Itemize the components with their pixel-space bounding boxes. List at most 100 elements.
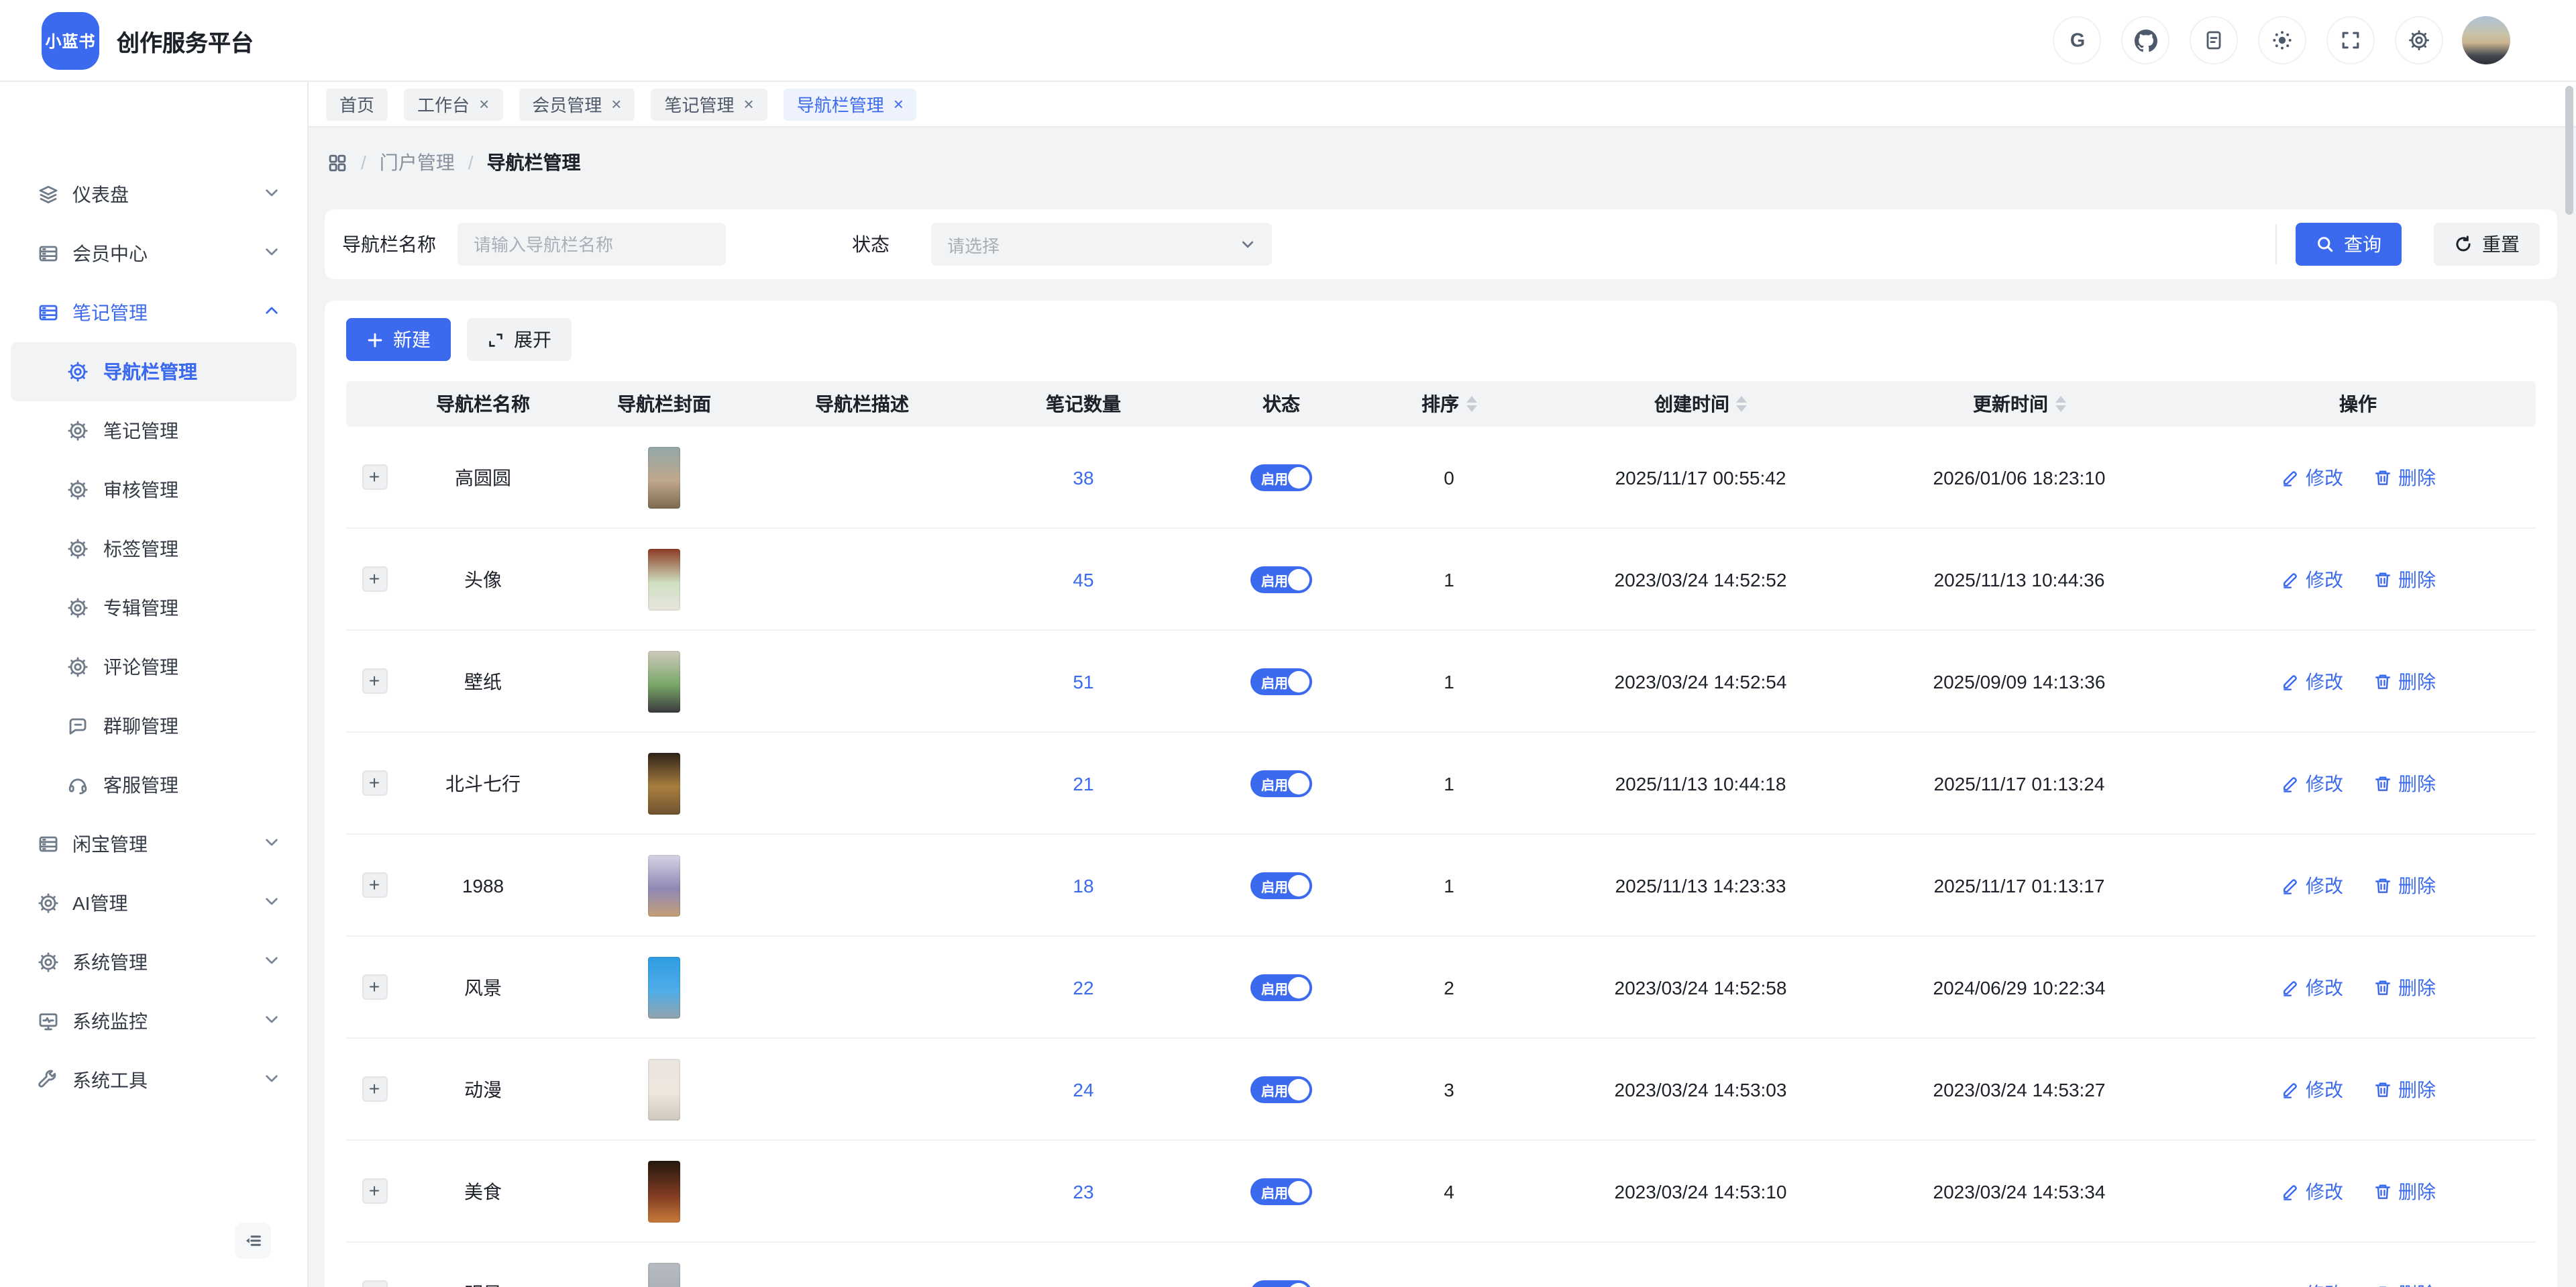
status-toggle[interactable]: 启用: [1250, 1280, 1312, 1287]
create-button[interactable]: 新建: [346, 318, 451, 361]
sidebar-item-14[interactable]: 系统监控: [0, 992, 307, 1051]
reset-button[interactable]: 重置: [2434, 223, 2540, 266]
theme-button[interactable]: [2258, 16, 2306, 64]
github-button[interactable]: [2121, 16, 2169, 64]
sidebar-item-2[interactable]: 笔记管理: [0, 283, 307, 342]
close-icon[interactable]: ×: [744, 95, 754, 113]
sidebar-item-1[interactable]: 会员中心: [0, 224, 307, 283]
row-expand-button[interactable]: +: [362, 872, 387, 898]
user-avatar[interactable]: [2462, 16, 2510, 64]
status-toggle[interactable]: 启用: [1250, 464, 1312, 491]
edit-link[interactable]: 修改: [2280, 770, 2343, 796]
sidebar-item-0[interactable]: 仪表盘: [0, 165, 307, 224]
delete-link[interactable]: 删除: [2373, 872, 2436, 898]
breadcrumb-item-portal[interactable]: 门户管理: [380, 149, 455, 176]
settings-button[interactable]: [2395, 16, 2443, 64]
delete-link[interactable]: 删除: [2373, 1280, 2436, 1287]
sidebar-subitem-7[interactable]: 专辑管理: [11, 578, 297, 637]
navbar-cover-image[interactable]: [648, 1058, 680, 1120]
sidebar-subitem-4[interactable]: 笔记管理: [11, 401, 297, 460]
row-expand-button[interactable]: +: [362, 464, 387, 490]
sidebar-item-12[interactable]: AI管理: [0, 874, 307, 933]
note-count-link[interactable]: 21: [1073, 772, 1093, 794]
navbar-cover-image[interactable]: [648, 446, 680, 508]
navbar-cover-image[interactable]: [648, 1262, 680, 1287]
search-button[interactable]: 查询: [2296, 223, 2402, 266]
sort-icon[interactable]: [1736, 396, 1747, 412]
note-count-link[interactable]: 15: [1073, 1282, 1093, 1287]
row-expand-button[interactable]: +: [362, 1178, 387, 1204]
note-count-link[interactable]: 45: [1073, 568, 1093, 590]
edit-link[interactable]: 修改: [2280, 566, 2343, 593]
sidebar-collapse-button[interactable]: [235, 1223, 271, 1259]
sidebar-item-15[interactable]: 系统工具: [0, 1051, 307, 1110]
tab-1[interactable]: 工作台 ×: [404, 88, 502, 120]
sort-icon[interactable]: [1466, 396, 1477, 412]
note-count-link[interactable]: 24: [1073, 1078, 1093, 1100]
sidebar-subitem-8[interactable]: 评论管理: [11, 637, 297, 697]
delete-link[interactable]: 删除: [2373, 1076, 2436, 1102]
sidebar-subitem-10[interactable]: 客服管理: [11, 756, 297, 815]
navbar-cover-image[interactable]: [648, 1160, 680, 1222]
edit-link[interactable]: 修改: [2280, 1178, 2343, 1204]
status-toggle[interactable]: 启用: [1250, 566, 1312, 593]
row-expand-button[interactable]: +: [362, 974, 387, 1000]
row-expand-button[interactable]: +: [362, 1076, 387, 1102]
navbar-name-input[interactable]: [458, 223, 726, 266]
apps-grid-icon[interactable]: [327, 152, 347, 172]
status-toggle[interactable]: 启用: [1250, 1178, 1312, 1204]
close-icon[interactable]: ×: [479, 95, 489, 113]
fullscreen-button[interactable]: [2326, 16, 2375, 64]
close-icon[interactable]: ×: [894, 95, 904, 113]
tab-3[interactable]: 笔记管理 ×: [651, 88, 767, 120]
sort-icon[interactable]: [2055, 396, 2065, 412]
note-count-link[interactable]: 38: [1073, 466, 1093, 488]
sidebar-item-11[interactable]: 闲宝管理: [0, 815, 307, 874]
tab-4[interactable]: 导航栏管理 ×: [784, 88, 917, 120]
note-count-link[interactable]: 22: [1073, 976, 1093, 998]
sidebar-subitem-9[interactable]: 群聊管理: [11, 697, 297, 756]
edit-link[interactable]: 修改: [2280, 668, 2343, 694]
row-expand-button[interactable]: +: [362, 770, 387, 796]
document-button[interactable]: [2190, 16, 2238, 64]
delete-link[interactable]: 删除: [2373, 668, 2436, 694]
expand-button[interactable]: 展开: [467, 318, 572, 361]
note-count-link[interactable]: 23: [1073, 1180, 1093, 1202]
gitee-button[interactable]: G: [2053, 16, 2101, 64]
note-count-link[interactable]: 18: [1073, 874, 1093, 896]
edit-link[interactable]: 修改: [2280, 1280, 2343, 1287]
sidebar-subitem-3[interactable]: 导航栏管理: [11, 342, 297, 401]
status-toggle[interactable]: 启用: [1250, 974, 1312, 1000]
row-expand-button[interactable]: +: [362, 566, 387, 592]
delete-link[interactable]: 删除: [2373, 566, 2436, 593]
delete-link[interactable]: 删除: [2373, 464, 2436, 491]
column-header-7[interactable]: 更新时间: [1858, 391, 2180, 417]
column-header-6[interactable]: 创建时间: [1543, 391, 1858, 417]
note-count-link[interactable]: 51: [1073, 670, 1093, 692]
status-toggle[interactable]: 启用: [1250, 668, 1312, 694]
status-toggle[interactable]: 启用: [1250, 872, 1312, 898]
row-expand-button[interactable]: +: [362, 1280, 387, 1287]
navbar-cover-image[interactable]: [648, 956, 680, 1018]
edit-link[interactable]: 修改: [2280, 872, 2343, 898]
edit-link[interactable]: 修改: [2280, 1076, 2343, 1102]
page-scrollbar[interactable]: [2565, 86, 2573, 215]
column-header-5[interactable]: 排序: [1355, 391, 1543, 417]
status-toggle[interactable]: 启用: [1250, 770, 1312, 796]
sidebar-subitem-6[interactable]: 标签管理: [11, 519, 297, 578]
tab-0[interactable]: 首页: [326, 88, 388, 120]
status-toggle[interactable]: 启用: [1250, 1076, 1312, 1102]
sidebar-item-13[interactable]: 系统管理: [0, 933, 307, 992]
navbar-cover-image[interactable]: [648, 854, 680, 916]
sidebar-subitem-5[interactable]: 审核管理: [11, 460, 297, 519]
navbar-cover-image[interactable]: [648, 752, 680, 814]
navbar-cover-image[interactable]: [648, 548, 680, 610]
delete-link[interactable]: 删除: [2373, 1178, 2436, 1204]
close-icon[interactable]: ×: [611, 95, 621, 113]
navbar-cover-image[interactable]: [648, 650, 680, 712]
status-select[interactable]: 请选择: [931, 223, 1272, 266]
delete-link[interactable]: 删除: [2373, 770, 2436, 796]
delete-link[interactable]: 删除: [2373, 974, 2436, 1000]
row-expand-button[interactable]: +: [362, 668, 387, 694]
edit-link[interactable]: 修改: [2280, 464, 2343, 491]
